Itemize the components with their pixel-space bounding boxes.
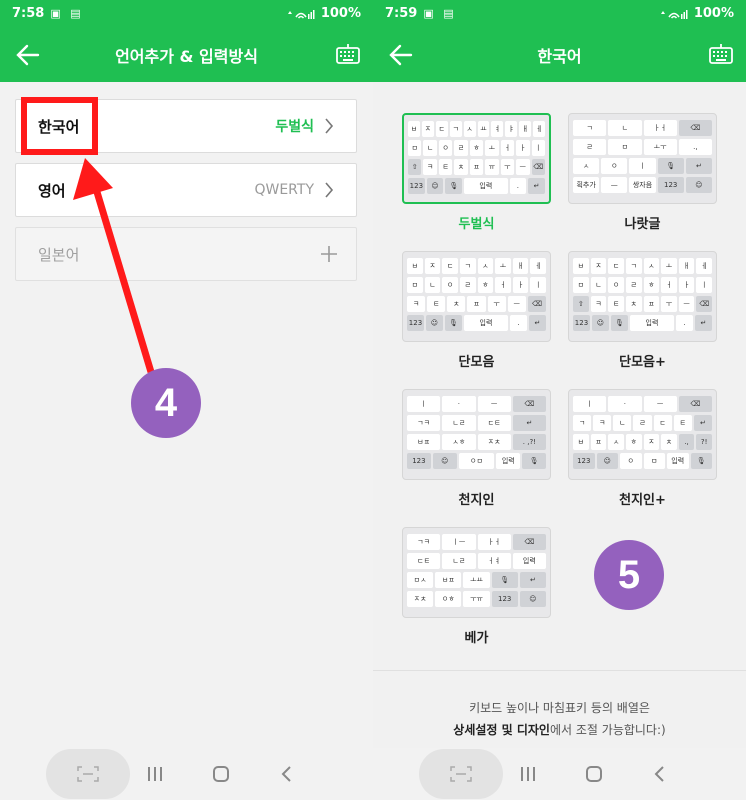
nav-pill[interactable]: [419, 749, 503, 799]
keyboard-option-danmoeum[interactable]: ㅂㅈㄷㄱㅅㅗㅐㅔ ㅁㄴㅇㄹㅎㅓㅏㅣ ㅋㅌㅊㅍㅜㅡ ⌫ 123 ☺ 🎙 입력. ↵: [402, 251, 551, 342]
chevron-right-icon: [325, 182, 334, 198]
footnote-line-2: 상세설정 및 디자인에서 조절 가능합니다:): [373, 719, 746, 741]
language-label: 영어: [38, 181, 66, 200]
left-screen: 7:58 ▣ ▤ 100% 언어추가 & 입력방식 한국어 두벌식 영어 QWE…: [0, 0, 373, 800]
divider: [373, 670, 746, 671]
nav-pill[interactable]: [46, 749, 130, 799]
notification-icons: ▣ ▤: [50, 7, 84, 20]
back-icon[interactable]: [275, 762, 299, 786]
language-item-japanese[interactable]: 일본어: [15, 227, 357, 281]
footnote-line-1: 키보드 높이나 마침표키 등의 배열은: [469, 701, 650, 715]
keyboard-icon[interactable]: [335, 41, 361, 67]
battery-level: 100%: [693, 6, 734, 21]
notification-icons: ▣ ▤: [423, 7, 457, 20]
keyboard-label: 나랏글: [624, 217, 661, 232]
chevron-right-icon: [325, 118, 334, 134]
back-arrow-icon[interactable]: [387, 41, 415, 69]
keyboard-option-danmoeum-plus[interactable]: ㅂㅈㄷㄱㅅㅗㅐㅔ ㅁㄴㅇㄹㅎㅓㅏㅣ ⇧ ㅋㅌㅊㅍㅜㅡ ⌫ 123 ☺ 🎙 입력. ↵: [568, 251, 717, 342]
keyboard-option-cheonjiin-plus[interactable]: ㅣ · ㅡ ⌫ ㄱㅋㄴㄹㄷㅌ ↵ ㅂㅍㅅㅎㅈㅊ.,?! 123 ☺ ㅇㅁ 입력 🎙: [568, 389, 717, 480]
system-nav-bar: [373, 748, 746, 800]
keyboard-label: 천지인: [458, 493, 495, 508]
page-title: 언어추가 & 입력방식: [115, 46, 258, 66]
home-icon[interactable]: [582, 762, 606, 786]
keyboard-icon[interactable]: [708, 41, 734, 67]
add-icon[interactable]: [320, 245, 338, 263]
scan-icon: [450, 766, 472, 782]
status-bar: 7:59 ▣ ▤ 100%: [373, 0, 746, 27]
step-number-badge: 4: [131, 368, 201, 438]
keyboard-option-cheonjiin[interactable]: ㅣ · ㅡ ⌫ ㄱㅋ ㄴㄹ ㄷㅌ ↵ ㅂㅍ ㅅㅎ ㅈㅊ. ,?! 123 ☺ ㅇㅁ 입력 🎙: [402, 389, 551, 480]
input-method-value: 두벌식: [275, 119, 314, 135]
keyboard-label: 베가: [464, 631, 489, 646]
home-icon[interactable]: [209, 762, 233, 786]
keyboard-label: 단모음: [458, 355, 495, 370]
recent-apps-icon[interactable]: [143, 762, 167, 786]
wifi-icon: [660, 9, 688, 19]
app-bar: 한국어: [373, 27, 746, 82]
battery-level: 100%: [320, 6, 361, 21]
wifi-icon: [287, 9, 315, 19]
footnote-rest: 에서 조절 가능합니다:): [549, 723, 666, 737]
back-arrow-icon[interactable]: [14, 41, 42, 69]
keyboard-option-dubeolsik[interactable]: ㅂㅈㄷㄱㅅㅛㅕㅑㅐㅔ ㅁㄴㅇㄹㅎㅗㅓㅏㅣ ⇧ ㅋㅌㅊㅍㅠㅜㅡ ⌫ 123 ☺ 🎙 입력. ↵: [402, 113, 551, 204]
system-nav-bar: [0, 748, 373, 800]
right-screen: 7:59 ▣ ▤ 100% 한국어 ㅂㅈㄷㄱㅅㅛㅕㅑㅐㅔ ㅁㄴㅇㄹㅎㅗㅓㅏㅣ ⇧…: [373, 0, 746, 800]
page-title: 한국어: [537, 46, 582, 66]
language-label: 일본어: [38, 245, 80, 264]
keyboard-label: 단모음+: [619, 355, 666, 370]
footnote: 키보드 높이나 마침표키 등의 배열은 상세설정 및 디자인에서 조절 가능합니…: [373, 697, 746, 741]
keyboard-option-naratgeul[interactable]: ㄱㄴㅏㅓ ⌫ ㄹㅁㅗㅜ., ㅅㅇㅣ 🎙 ↵ 획추가 — 쌍자음 123 ☺: [568, 113, 717, 204]
status-time: 7:59: [385, 6, 418, 21]
status-bar: 7:58 ▣ ▤ 100%: [0, 0, 373, 27]
keyboard-label: 천지인+: [619, 493, 666, 508]
input-method-value: QWERTY: [254, 182, 314, 198]
back-icon[interactable]: [648, 762, 672, 786]
keyboard-option-vega[interactable]: ㄱㅋ ㅣㅡ ㅏㅓ ⌫ ㄷㅌ ㄴㄹ ㅓㅕ 입력 ㅁㅅ ㅂㅍ ㅗㅛ 🎙 ↵ ㅈㅊ ㅇㅎ ㅜㅠ 123 ☺: [402, 527, 551, 618]
keyboard-label: 두벌식: [458, 217, 495, 232]
recent-apps-icon[interactable]: [516, 762, 540, 786]
app-bar: 언어추가 & 입력방식: [0, 27, 373, 82]
language-item-english[interactable]: 영어 QWERTY: [15, 163, 357, 217]
settings-link-text: 상세설정 및 디자인: [453, 723, 550, 737]
highlight-box: [21, 97, 98, 155]
step-number-badge: 5: [594, 540, 664, 610]
scan-icon: [77, 766, 99, 782]
status-time: 7:58: [12, 6, 45, 21]
